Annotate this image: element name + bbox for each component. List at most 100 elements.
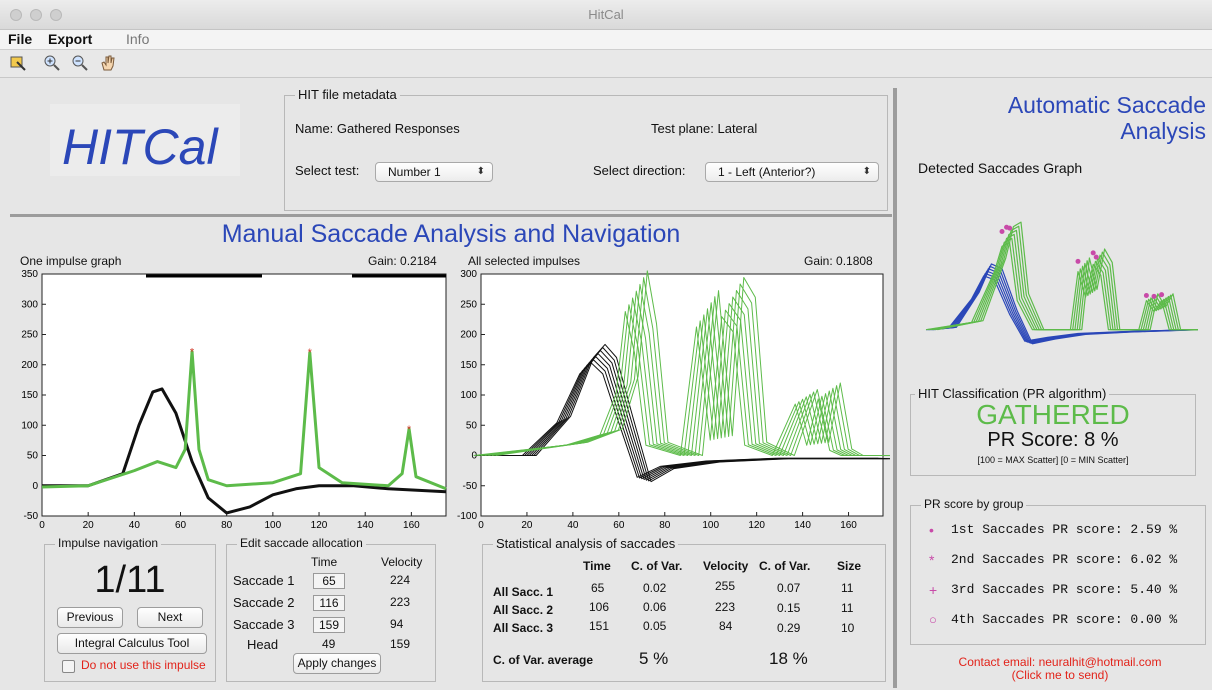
saccade-peak-marker: * <box>407 424 412 436</box>
col-time-header: Time <box>311 555 338 569</box>
stats-cell: 0.05 <box>643 619 667 633</box>
pr-score: PR Score: 8 % <box>987 429 1119 451</box>
select-test-label: Select test: <box>295 163 360 178</box>
y-tick-label: -50 <box>24 511 39 522</box>
menu-export[interactable]: Export <box>48 31 92 47</box>
window-title: HitCal <box>588 7 624 22</box>
saccade-2-time-input[interactable]: 116 <box>313 595 345 611</box>
y-tick-label: 150 <box>21 390 38 401</box>
scatter-note: [100 = MAX Scatter] [0 = MIN Scatter] <box>977 455 1129 465</box>
metadata-panel: HIT file metadata Name: Gathered Respons… <box>284 87 888 211</box>
cov-average-velocity: 18 % <box>769 649 808 668</box>
y-tick-label: 250 <box>460 299 477 310</box>
x-tick-label: 20 <box>521 520 533 531</box>
all-impulses-chart[interactable]: 0 20 40 60 80 100 120 140 160-100-50050100150200… <box>455 262 890 532</box>
menu-file[interactable]: File <box>8 31 32 47</box>
pr-group-panel: PR score by group • 1st Saccades PR scor… <box>910 497 1206 645</box>
group-3-score: 3rd Saccades PR score: 5.40 % <box>951 582 1178 597</box>
zoom-in-icon[interactable] <box>42 54 62 74</box>
statistics-panel: Statistical analysis of saccades Time C.… <box>482 536 886 682</box>
x-tick-label: 140 <box>794 520 811 531</box>
saccade-2-label: Saccade 2 <box>233 595 295 610</box>
stats-cell: 11 <box>841 601 854 615</box>
eye-velocity-trace <box>935 225 1198 331</box>
saccade-3-time-input[interactable]: 159 <box>313 617 345 633</box>
navigation-legend: Impulse navigation <box>55 536 162 550</box>
group-4-marker: ○ <box>929 612 937 627</box>
contact-line2: (Click me to send) <box>1011 668 1109 682</box>
x-tick-label: 40 <box>129 520 141 531</box>
plot-area <box>480 273 884 517</box>
vertical-divider <box>893 88 897 688</box>
data-cursor-icon[interactable] <box>8 54 28 74</box>
stats-row-label: All Sacc. 3 <box>493 621 554 635</box>
edit-saccade-panel: Edit saccade allocation Time Velocity Sa… <box>226 536 436 682</box>
stats-header-cov-velocity: C. of Var. <box>759 559 811 573</box>
x-tick-label: 140 <box>357 520 374 531</box>
x-tick-label: 120 <box>748 520 765 531</box>
stats-cell: 10 <box>841 621 855 635</box>
x-tick-label: 20 <box>83 520 95 531</box>
test-plane: Test plane: Lateral <box>651 121 758 136</box>
stats-cell: 0.15 <box>777 601 801 615</box>
one-impulse-chart[interactable]: 0 20 40 60 80 100 120 140 160-500501001502002503… <box>0 262 455 532</box>
select-test-dropdown[interactable]: Number 1 ⬍ <box>375 162 493 182</box>
detected-saccade-marker <box>1007 225 1013 231</box>
toolbar <box>0 50 1212 78</box>
x-tick-label: 60 <box>613 520 625 531</box>
saccade-1-label: Saccade 1 <box>233 573 295 588</box>
y-tick-label: 0 <box>32 481 38 492</box>
menu-info[interactable]: Info <box>126 31 149 47</box>
apply-changes-button[interactable]: Apply changes <box>293 653 381 674</box>
y-tick-label: 100 <box>21 420 38 431</box>
automatic-title-line1: Automatic Saccade <box>1007 92 1206 118</box>
stats-cell: 106 <box>589 600 610 614</box>
head-label: Head <box>247 637 279 652</box>
y-tick-label: 200 <box>460 330 477 341</box>
pr-group-legend: PR score by group <box>921 497 1027 511</box>
saccade-peak-marker: * <box>308 347 313 359</box>
head-velocity: 159 <box>390 637 411 651</box>
stats-row-label: All Sacc. 2 <box>493 603 554 617</box>
stats-header-time: Time <box>583 559 611 573</box>
zoom-out-icon[interactable] <box>70 54 90 74</box>
logo-panel: HITCal <box>50 104 240 176</box>
saccade-1-time-input[interactable]: 65 <box>313 573 345 589</box>
integral-calculus-button[interactable]: Integral Calculus Tool <box>57 633 207 654</box>
eye-velocity-trace <box>937 221 1198 331</box>
stats-cell: 0.07 <box>777 581 801 595</box>
x-tick-label: 80 <box>221 520 233 531</box>
y-tick-label: -100 <box>457 511 477 522</box>
stats-cell: 84 <box>719 619 733 633</box>
group-3-marker: + <box>929 582 938 598</box>
saccade-2-velocity: 223 <box>390 595 411 609</box>
stats-cell: 223 <box>715 600 736 614</box>
next-button[interactable]: Next <box>137 607 203 628</box>
x-tick-label: 100 <box>265 520 282 531</box>
stats-cell: 151 <box>589 619 610 633</box>
manual-analysis-title: Manual Saccade Analysis and Navigation <box>221 220 681 248</box>
contact-email-link[interactable]: Contact email: neuralhit@hotmail.com (Cl… <box>940 656 1180 682</box>
dropdown-arrows-icon: ⬍ <box>862 166 871 177</box>
impulse-counter: 1/11 <box>94 559 166 601</box>
stats-row-label: All Sacc. 1 <box>493 585 554 599</box>
y-tick-label: 200 <box>21 360 38 371</box>
detected-saccade-marker <box>1151 293 1157 299</box>
stats-header-size: Size <box>837 559 862 573</box>
detected-saccades-label: Detected Saccades Graph <box>918 160 1083 176</box>
y-tick-label: 150 <box>460 360 477 371</box>
pan-hand-icon[interactable] <box>98 54 118 74</box>
detected-saccades-chart[interactable] <box>918 215 1198 360</box>
saccade-3-velocity: 94 <box>390 617 404 631</box>
automatic-analysis-title: Automatic Saccade Analysis <box>910 92 1206 144</box>
do-not-use-checkbox[interactable] <box>62 660 75 673</box>
select-direction-dropdown[interactable]: 1 - Left (Anterior?) ⬍ <box>705 162 879 182</box>
y-tick-label: 300 <box>460 269 477 280</box>
group-4-score: 4th Saccades PR score: 0.00 % <box>951 612 1178 627</box>
classification-result: GATHERED <box>976 399 1130 430</box>
y-tick-label: 50 <box>27 451 39 462</box>
y-tick-label: 100 <box>460 390 477 401</box>
app-logo: HITCal <box>62 119 218 175</box>
previous-button[interactable]: Previous <box>57 607 123 628</box>
eye-velocity-trace <box>928 237 1195 331</box>
